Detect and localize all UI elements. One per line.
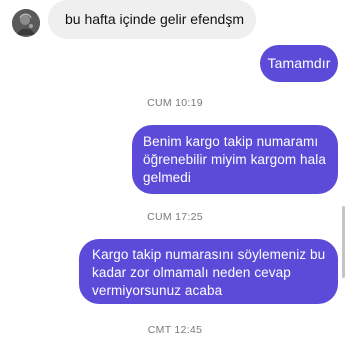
message-timestamp: CUM 17:25 [147, 211, 203, 223]
chat-thread: bu hafta içinde gelir efendşm Tamamdır C… [0, 0, 350, 350]
scrollbar-thumb[interactable] [342, 206, 345, 278]
contact-avatar[interactable] [12, 9, 40, 37]
outgoing-message-text: Benim kargo takip numaramı öğrenebilir m… [143, 134, 326, 185]
avatar-photo-icon [12, 9, 40, 37]
outgoing-message-bubble[interactable]: Kargo takip numarasını söylemeniz bu kad… [79, 239, 338, 304]
outgoing-message-text: Kargo takip numarasını söylemeniz bu kad… [92, 247, 326, 298]
message-timestamp: CUM 10:19 [147, 97, 203, 109]
message-timestamp: CMT 12:45 [147, 324, 203, 336]
outgoing-message-bubble[interactable]: Benim kargo takip numaramı öğrenebilir m… [132, 125, 338, 194]
outgoing-message-bubble[interactable]: Tamamdır [260, 45, 338, 82]
incoming-message-bubble[interactable]: bu hafta içinde gelir efendşm [48, 0, 256, 39]
incoming-message-text: bu hafta içinde gelir efendşm [65, 11, 244, 27]
outgoing-message-text: Tamamdır [267, 55, 331, 71]
